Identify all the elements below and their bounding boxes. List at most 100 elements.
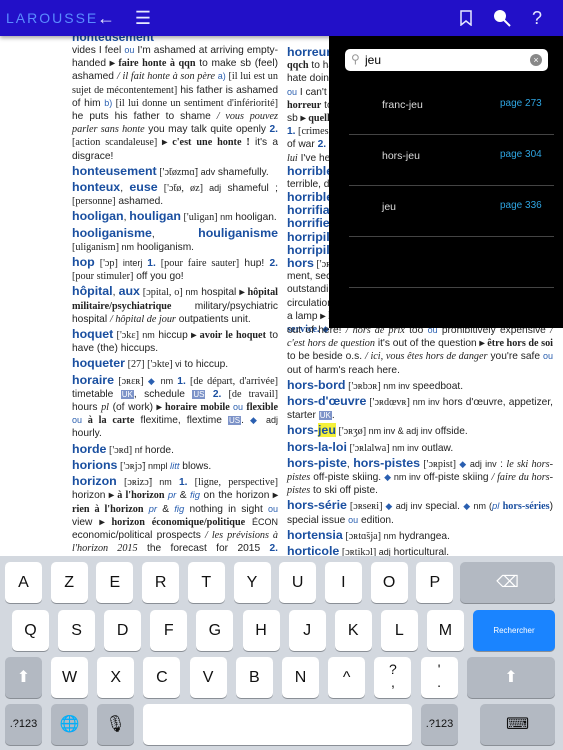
cut-headword: honteusement	[72, 36, 155, 44]
key-6[interactable]: ^	[328, 657, 366, 698]
entry-text: speedboat.	[409, 380, 464, 392]
key-5[interactable]: N	[282, 657, 319, 698]
entry-text: adj	[203, 183, 222, 194]
headword: houligan	[129, 209, 181, 224]
numbers-key-left[interactable]: .?123	[5, 704, 42, 745]
clear-icon[interactable]: ×	[530, 54, 542, 66]
headword: hortensia	[287, 527, 343, 542]
entry-text: [pour faire sauter]	[155, 258, 240, 270]
key-0[interactable]: W	[51, 657, 88, 698]
entry-text: adj	[260, 415, 278, 426]
entry-text: hourly.	[72, 428, 102, 440]
key-4[interactable]: B	[235, 657, 273, 698]
dictionary-entry: hors-bord ['ɔʀbɔʀ] nm inv speedboat.	[287, 378, 553, 393]
search-panel: ⚲ × franc-jeu page 273 hors-jeu page 304 jeu…	[329, 36, 563, 328]
key-m[interactable]: M	[426, 610, 464, 651]
key-3[interactable]: V	[189, 657, 227, 698]
entry-text: ou	[542, 351, 553, 362]
headword: hoquet	[72, 327, 114, 342]
key-7[interactable]: ? ,	[374, 657, 412, 698]
search-result[interactable]: hors-jeu page 304	[349, 135, 554, 186]
key-h[interactable]: H	[242, 610, 280, 651]
space-key[interactable]	[143, 704, 412, 745]
search-button[interactable]	[490, 6, 514, 30]
entry-text: hors-séries	[502, 501, 550, 513]
key-i[interactable]: I	[324, 562, 362, 603]
shift-key-right[interactable]: ⬆	[467, 657, 555, 698]
headword: honteux	[72, 180, 121, 195]
entry-text: [ɔpital, o]	[139, 287, 183, 299]
entry-text: ['ɔ̃tøzmɑ̃]	[156, 166, 199, 178]
key-d[interactable]: D	[104, 610, 142, 651]
entry-text: à la carte	[87, 415, 135, 427]
entry-text: hiccup	[154, 330, 192, 342]
headword: horrible	[287, 190, 334, 205]
entry-text: vides I feel	[72, 45, 125, 56]
search-key[interactable]: Rechercher	[473, 610, 555, 651]
entry-text: ÉCON	[245, 516, 278, 527]
headword: hors-d'œuvre	[287, 394, 367, 409]
key-j[interactable]: J	[288, 610, 326, 651]
dictation-key[interactable]: 🎙	[97, 704, 134, 745]
key-p[interactable]: P	[416, 562, 454, 603]
numbers-key-right[interactable]: .?123	[421, 704, 458, 745]
dictionary-entry: hooliganisme, houliganisme [uliganism] n…	[72, 226, 278, 254]
key-t[interactable]: T	[187, 562, 225, 603]
entry-text: the forecast for 2015	[137, 543, 270, 555]
dictionary-entry: hop ['ɔp] interj 1. [pour faire sauter] …	[72, 255, 278, 283]
entry-text: nm	[152, 477, 179, 488]
headword: hors	[287, 256, 314, 270]
entry-text: ['uligan]	[180, 212, 218, 224]
search-field[interactable]: ⚲ ×	[345, 49, 548, 71]
key-g[interactable]: G	[196, 610, 234, 651]
dictionary-entry: hors-jeu ['ɔʀʒø] nm inv & adj inv offsid…	[287, 423, 553, 438]
key-f[interactable]: F	[150, 610, 188, 651]
entry-text: nm	[160, 375, 178, 386]
entry-text: ◆	[143, 375, 161, 386]
entry-text: fig	[190, 490, 201, 502]
key-1[interactable]: X	[97, 657, 135, 698]
hide-keyboard-key[interactable]: ⌨	[480, 704, 555, 745]
key-e[interactable]: E	[96, 562, 134, 603]
larousse-logo: LAROUSSE	[6, 10, 99, 26]
entry-text: nm (	[473, 501, 492, 512]
key-k[interactable]: K	[334, 610, 372, 651]
backspace-key[interactable]: ⌫	[460, 562, 555, 603]
entry-text: [crimes]	[295, 126, 332, 138]
entry-text: nm inv & adj inv	[366, 426, 433, 437]
key-u[interactable]: U	[279, 562, 317, 603]
bookmark-button[interactable]	[454, 6, 478, 30]
entry-text: ▸ horaire mobile	[156, 402, 230, 414]
table-of-contents-button[interactable]: ☰	[131, 6, 155, 30]
entry-text: [ɔʀtɑ̃sja]	[342, 530, 382, 542]
key-8[interactable]: ' .	[420, 657, 458, 698]
dictionary-entry: horde ['ɔʀd] nf horde.	[72, 442, 278, 457]
shift-key-left[interactable]: ⬆	[5, 657, 42, 698]
key-a[interactable]: A	[5, 562, 42, 603]
key-z[interactable]: Z	[50, 562, 88, 603]
search-input[interactable]	[365, 51, 525, 69]
back-button[interactable]: ←	[94, 6, 118, 30]
globe-key[interactable]: 🌐	[51, 704, 88, 745]
entry-text: nm	[118, 241, 134, 252]
key-2[interactable]: C	[143, 657, 181, 698]
help-button[interactable]: ?	[525, 6, 549, 30]
key-y[interactable]: Y	[233, 562, 271, 603]
entry-text: / hôpital de jour	[109, 313, 176, 325]
entry-text: hospital	[198, 287, 240, 299]
key-q[interactable]: Q	[12, 610, 49, 651]
headword: honteusement	[72, 163, 157, 178]
key-o[interactable]: O	[370, 562, 408, 603]
search-result[interactable]: jeu page 336	[349, 186, 554, 237]
key-l[interactable]: L	[380, 610, 418, 651]
headword: hors-pistes	[353, 455, 421, 470]
entry-text: ou	[267, 503, 278, 514]
key-s[interactable]: S	[58, 610, 96, 651]
entry-text: pr	[164, 490, 177, 502]
search-result[interactable]: franc-jeu page 273	[349, 84, 554, 135]
keyboard: A Z E R T Y U I O P ⌫ Q S D F G H J K L M Rechercher ⬆ W X C V B N ^?…	[0, 556, 563, 750]
entry-text: nm inv	[393, 472, 421, 483]
dictionary-entry: vides I feel ou I'm ashamed at arriving …	[72, 44, 278, 163]
entry-text: ou	[124, 45, 135, 55]
key-r[interactable]: R	[142, 562, 180, 603]
